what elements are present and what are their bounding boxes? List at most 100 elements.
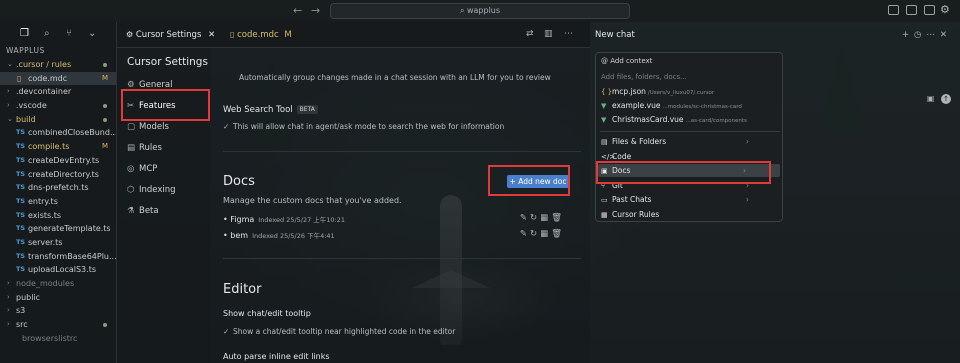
chevron-right-icon: › — [746, 195, 749, 204]
refresh-icon[interactable]: ↻ — [530, 213, 540, 223]
file-tree-item[interactable]: TS transformBase64Plu... — [0, 250, 116, 264]
tab-code-mdc[interactable]: ▯ code.mdc M — [230, 22, 292, 48]
file-tree-item[interactable]: › .vscode — [0, 99, 116, 113]
close-icon[interactable]: ✕ — [940, 30, 952, 40]
file-tree-item[interactable]: › src — [0, 318, 116, 332]
typescript-file-icon: TS — [16, 183, 26, 192]
recent-file-item[interactable]: ▼ ChristmasCard.vue ...as-card/components — [601, 115, 747, 124]
chevron-down-icon[interactable]: ⌄ — [88, 28, 96, 39]
file-tree-item[interactable]: TS combinedCloseBund... — [0, 126, 116, 140]
context-search-input[interactable]: Add files, folders, docs... — [601, 73, 687, 81]
file-tree-item[interactable]: › node_modules — [0, 277, 116, 291]
context-menu-files-folders[interactable]: ▤ Files & Folders › — [601, 137, 749, 146]
file-label: createDevEntry.ts — [28, 155, 100, 165]
file-tree-item[interactable]: browserslistrc — [0, 332, 116, 346]
edit-icon[interactable]: ✎ — [520, 213, 530, 223]
file-type-icon: ▼ — [601, 102, 607, 110]
doc-name: Figma — [230, 215, 255, 224]
modified-badge: M — [101, 142, 108, 151]
search-text: wapplus — [466, 6, 501, 15]
file-tree-item[interactable]: › s3 — [0, 304, 116, 318]
context-menu-label: Files & Folders — [612, 137, 667, 146]
refresh-icon[interactable]: ↻ — [530, 229, 540, 239]
file-tree-item[interactable]: TS createDirectory.ts — [0, 168, 116, 182]
file-label: dns-prefetch.ts — [28, 183, 89, 193]
file-tree-item[interactable]: TS generateTemplate.ts — [0, 222, 116, 236]
recent-file-item[interactable]: ▼ example.vue ...modules/sc-christmas-card — [601, 101, 742, 110]
history-icon[interactable]: ◷ — [914, 30, 926, 40]
editor-heading: Editor — [223, 282, 262, 297]
file-tree-item[interactable]: ▯ code.mdc M — [0, 71, 116, 86]
edit-icon[interactable]: ✎ — [520, 229, 530, 239]
typescript-file-icon: TS — [16, 265, 26, 274]
forward-arrow-icon[interactable]: → — [311, 4, 320, 17]
file-tree-item[interactable]: TS entry.ts — [0, 195, 116, 209]
image-icon[interactable]: ▣ — [927, 94, 935, 103]
more-icon[interactable]: ⋯ — [564, 29, 573, 39]
file-tree-item[interactable]: TS exists.ts — [0, 209, 116, 223]
send-icon[interactable]: ↑ — [941, 94, 951, 104]
file-tree-item[interactable]: TS compile.ts M — [0, 140, 116, 154]
source-control-icon[interactable]: ⑂ — [66, 28, 72, 39]
toggle-panel-icon[interactable] — [906, 5, 917, 15]
files-icon[interactable]: ❐ — [20, 28, 29, 39]
toggle-sidebar-icon[interactable] — [888, 5, 899, 15]
tab-cursor-settings[interactable]: ⚙ Cursor Settings ✕ — [126, 22, 215, 48]
close-icon[interactable]: ✕ — [208, 30, 215, 40]
recent-file-item[interactable]: { }mcp.json/Users/v_liuxu07/.cursor — [601, 87, 714, 96]
typescript-file-icon: TS — [16, 142, 26, 151]
context-menu-label: Cursor Rules — [612, 210, 660, 219]
plus-icon[interactable]: + — [902, 30, 914, 40]
settings-nav-beta[interactable]: ⚗ Beta — [127, 206, 159, 216]
modified-badge: M — [284, 30, 292, 40]
file-tree-item[interactable]: ⌄ .cursor / rules — [0, 58, 116, 72]
docs-heading: Docs — [223, 174, 255, 189]
chevron-down-icon: ⌄ — [7, 60, 13, 68]
split-editor-icon[interactable]: ▥ — [544, 29, 553, 39]
file-tree-item[interactable]: › .devcontainer — [0, 85, 116, 99]
tooltip-setting-title: Show chat/edit tooltip — [223, 309, 311, 318]
more-icon[interactable]: ⋯ — [926, 30, 940, 40]
web-search-description: This will allow chat in agent/ask mode t… — [233, 122, 505, 131]
command-search-input[interactable]: ⌕ wapplus — [330, 3, 630, 19]
table-icon[interactable]: ▦ — [540, 229, 551, 239]
file-tree-item[interactable]: TS dns-prefetch.ts — [0, 181, 116, 195]
settings-nav-rules[interactable]: ▤ Rules — [127, 143, 162, 153]
settings-nav-indexing[interactable]: ⬡ Indexing — [127, 185, 176, 195]
file-tree-item[interactable]: TS uploadLocalS3.ts — [0, 263, 116, 277]
context-menu-label: Past Chats — [612, 195, 652, 204]
chat-panel: New chat +◷⋯✕ @ Add context Add files, f… — [590, 22, 960, 363]
gear-icon[interactable]: ⚙ — [940, 3, 950, 16]
toggle-secondary-sidebar-icon[interactable] — [924, 5, 935, 15]
file-tree-item[interactable]: TS createDevEntry.ts — [0, 154, 116, 168]
settings-nav-models[interactable]: ▢ Models — [127, 122, 169, 132]
tab-label: Cursor Settings — [135, 30, 202, 40]
indexing-icon: ⬡ — [127, 185, 135, 195]
web-search-option[interactable]: ✓ This will allow chat in agent/ask mode … — [223, 122, 504, 131]
file-label: .cursor / rules — [16, 60, 72, 69]
settings-nav-label: Models — [139, 122, 169, 132]
context-menu-past-chats[interactable]: ▭ Past Chats › — [601, 195, 749, 204]
tooltip-option[interactable]: ✓ Show a chat/edit tooltip near highlight… — [223, 327, 455, 336]
check-icon: ✓ — [223, 327, 230, 336]
settings-nav-mcp[interactable]: ◎ MCP — [127, 164, 157, 174]
search-icon[interactable]: ⌕ — [44, 28, 50, 39]
doc-actions: ✎↻▦🗑 — [520, 213, 565, 223]
context-menu-cursor-rules[interactable]: ▦ Cursor Rules — [601, 210, 659, 219]
back-arrow-icon[interactable]: ← — [293, 4, 302, 17]
add-context-button[interactable]: @ Add context — [601, 57, 652, 65]
trash-icon[interactable]: 🗑 — [551, 229, 565, 239]
git-compare-icon[interactable]: ⇄ — [526, 29, 534, 39]
context-menu-code[interactable]: </>Code — [601, 152, 631, 161]
context-menu-label: Code — [612, 152, 632, 161]
trash-icon[interactable]: 🗑 — [551, 213, 565, 223]
add-context-label: Add context — [610, 57, 653, 65]
highlight-add-doc — [488, 165, 570, 196]
doc-actions: ✎↻▦🗑 — [520, 229, 565, 239]
file-tree-item[interactable]: › public — [0, 291, 116, 305]
file-tree-item[interactable]: TS server.ts — [0, 236, 116, 250]
table-icon[interactable]: ▦ — [540, 213, 551, 223]
change-dot — [103, 323, 107, 328]
file-tree-item[interactable]: ⌄ build — [0, 113, 116, 127]
settings-content: Automatically group changes made in a ch… — [210, 48, 590, 363]
